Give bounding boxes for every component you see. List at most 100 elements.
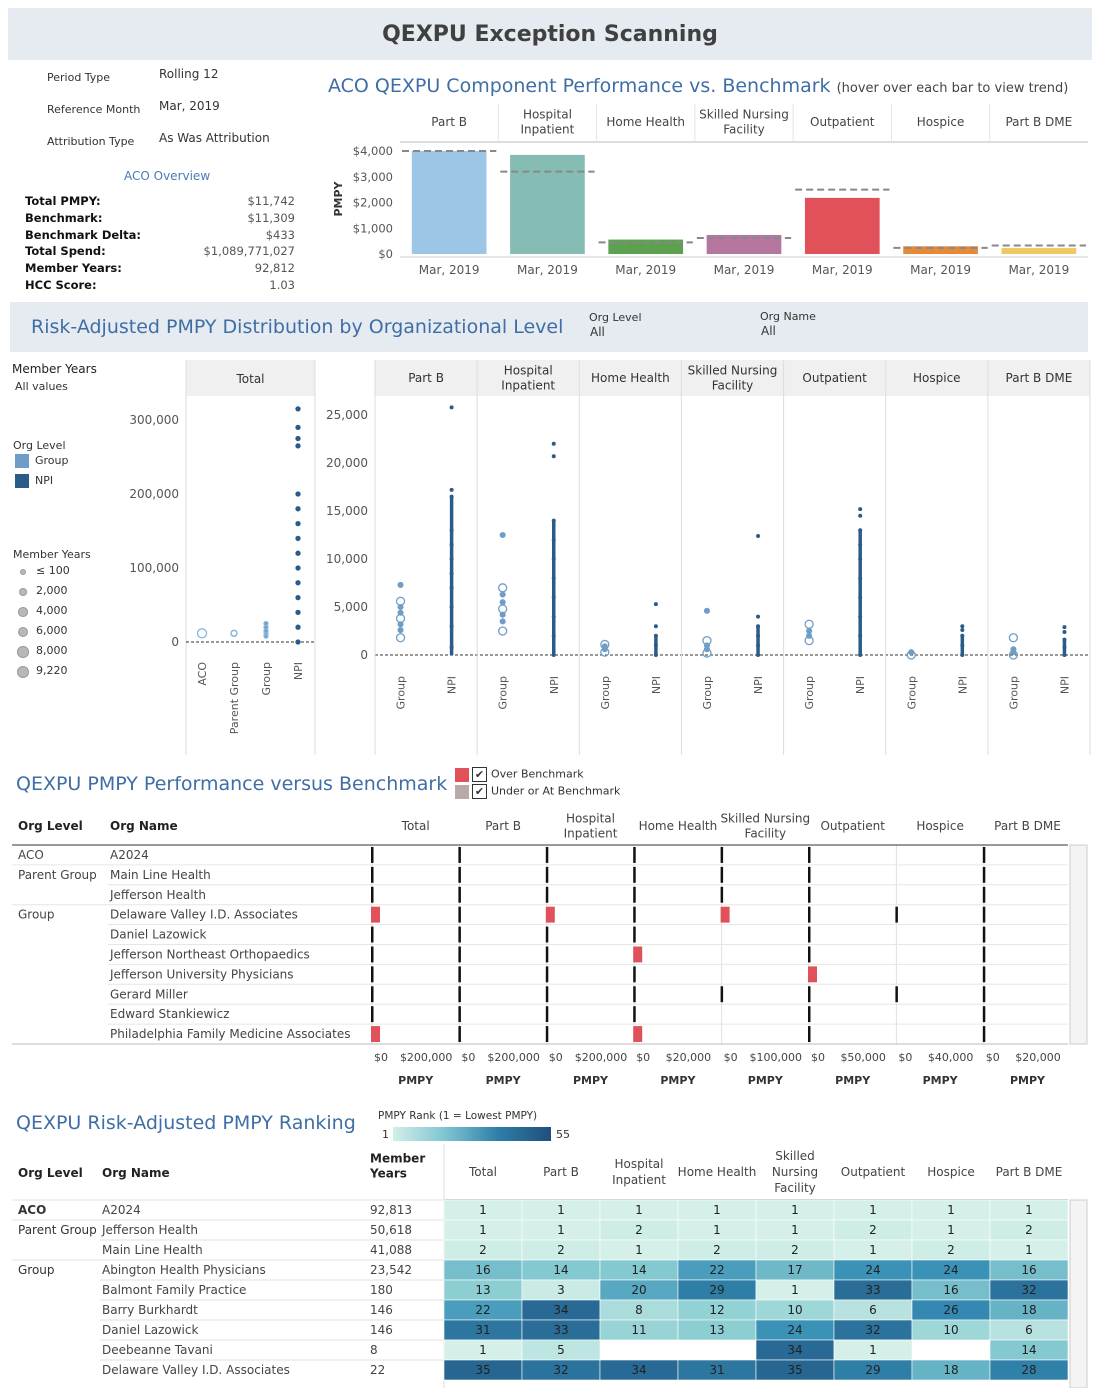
npi-point [449,557,454,561]
overview-value: $1,089,771,027 [203,244,295,259]
npi-point [653,643,658,648]
check-icon[interactable]: ✔ [472,767,487,782]
perf-axis-tick: $20,000 [1015,1051,1061,1064]
col-header-org-level: Org Level [18,819,83,833]
size-legend-item: 9,220 [14,664,94,680]
perf-org-name: Philadelphia Family Medicine Associates [110,1027,350,1041]
rank-col-header: Part B DME [996,1165,1063,1179]
group-point [806,627,813,635]
npi-point [551,557,556,561]
org-level-legend-label: NPI [35,474,54,487]
rank-cell-value: 31 [709,1363,724,1377]
perf-axis-label: PMPY [923,1074,959,1087]
performance-title: QEXPU PMPY Performance versus Benchmark [16,773,448,795]
component-x-category: Group [1007,676,1020,710]
total-point [263,620,269,627]
overview-label: Member Years: [25,261,122,276]
total-x-category: ACO [196,662,209,686]
rank-cell-value: 34 [631,1363,646,1377]
rank-org-name: Abington Health Physicians [102,1263,266,1277]
npi-point [960,624,965,629]
perf-bar [371,866,374,883]
rank-cell-value: 1 [557,1223,565,1237]
performance-legend-item[interactable]: ✔ Under or At Benchmark [455,784,620,799]
perf-org-name: Jefferson Health [109,888,206,902]
component-x-category: Group [701,676,714,710]
perf-org-name: Edward Stankiewicz [110,1007,230,1021]
org-name-filter-value[interactable]: All [761,324,776,338]
period-type-value[interactable]: Rolling 12 [159,67,218,81]
category-label: Outpatient [810,115,875,129]
org-level-filter-value[interactable]: All [590,325,605,339]
rank-cell-value: 1 [713,1223,721,1237]
perf-bar [458,866,461,883]
overview-row: Total Spend: $1,089,771,027 [25,244,295,261]
rank-cell-value: 3 [557,1283,565,1297]
rank-cell-value: 18 [1021,1303,1036,1317]
size-legend-dot [18,607,28,617]
total-panel-title: Total [235,372,264,386]
component-y-tick: 25,000 [326,408,368,422]
performance-legend-item[interactable]: ✔ Over Benchmark [455,767,584,782]
check-icon[interactable]: ✔ [472,784,487,799]
rank-cell-value: 13 [475,1283,490,1297]
perf-bar [633,986,636,1003]
perf-col-header: Inpatient [564,827,618,841]
member-years-filter-value[interactable]: All values [15,380,68,393]
perf-bar [458,1006,461,1023]
org-level-legend-item[interactable]: Group [15,454,69,468]
overview-value: $433 [265,227,295,242]
rank-org-name: A2024 [102,1203,141,1217]
reference-month-value[interactable]: Mar, 2019 [159,99,220,113]
rank-col-header: Hospice [927,1165,975,1179]
perf-col-header: Home Health [639,819,718,833]
perf-bar [982,1026,986,1042]
total-point [295,443,301,449]
rank-cell-value: 35 [787,1363,802,1377]
org-level-legend-item[interactable]: NPI [15,474,53,488]
rank-cell-value: 10 [787,1303,802,1317]
npi-point [551,537,556,542]
distribution-chart[interactable]: Total 300,000 200,000 100,000 0 ACO Parent Gro… [100,360,1092,760]
npi-point [551,441,556,446]
rank-org-name: Balmont Family Practice [102,1283,246,1297]
rank-cell-value: 1 [713,1203,721,1217]
npi-point [960,628,965,633]
rank-col-header-org-level: Org Level [18,1166,83,1180]
perf-bar [808,906,811,923]
overview-row: Benchmark Delta: $433 [25,228,295,245]
perf-bar [371,1026,380,1042]
perf-axis-tick: $0 [374,1051,388,1064]
rank-cell-value: 34 [787,1343,802,1357]
y-tick-label: $2,000 [353,196,393,210]
rank-cell-value: 5 [557,1343,565,1357]
component-panel-title: Hospice [913,371,961,385]
group-point [397,609,404,616]
perf-col-header: Part B DME [994,819,1061,833]
rank-cell-value: 2 [479,1243,487,1257]
overview-label: Benchmark: [25,210,103,225]
group-point [908,649,915,656]
npi-point [858,633,863,638]
overview-label: Total Spend: [25,244,106,259]
size-legend-label: 6,000 [36,624,68,637]
ranking-table[interactable]: Org Level Org Name MemberYears Total Part B H… [10,1144,1092,1388]
npi-point [449,528,454,533]
component-bar-chart[interactable]: PMPY $4,000 $3,000 $2,000 $1,000 $0 Part B Mar,… [328,104,1092,284]
perf-bar [808,866,811,883]
perf-bar [633,926,636,943]
rank-cell-value: 31 [475,1323,490,1337]
attribution-type-value[interactable]: As Was Attribution [159,131,270,145]
perf-bar [633,1006,636,1023]
rank-org-level: ACO [18,1203,46,1217]
group-point [703,607,711,614]
rank-org-level: Group [18,1263,55,1277]
page-title-bar: QEXPU Exception Scanning [8,8,1092,60]
rank-member-years: 146 [370,1303,393,1317]
total-point [295,406,301,412]
perf-col-header: Facility [745,827,787,841]
size-legend-dot [16,665,30,679]
size-legend-dot [17,646,29,658]
performance-table[interactable]: Org Level Org Name Total $0 $200,000 PMPY Part… [10,805,1092,1095]
perf-org-level: ACO [18,848,44,862]
